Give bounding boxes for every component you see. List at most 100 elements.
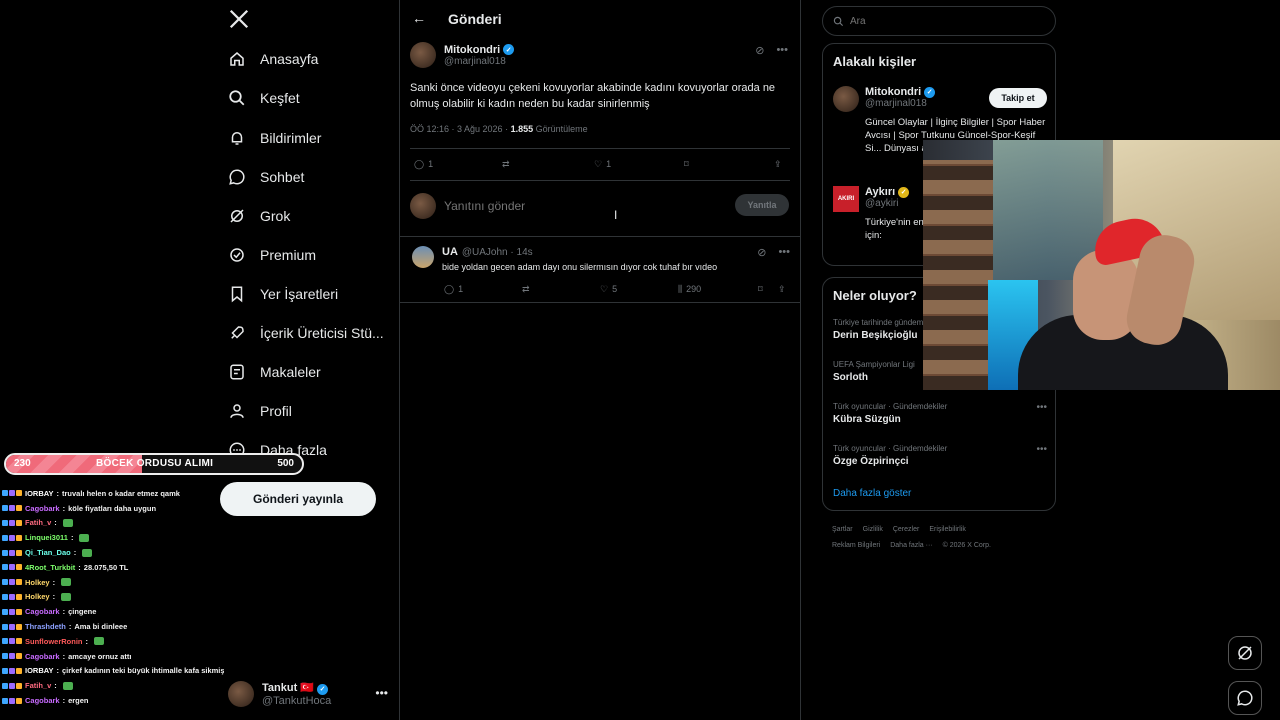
reply-icon: ◯ [414,158,425,169]
nav-item-premium[interactable]: Premium [228,241,316,269]
chat-message: SunflowerRonin: [2,634,224,649]
author-name[interactable]: Mitokondri [444,44,500,56]
nav-item-i̇çerik[interactable]: İçerik Üreticisi Stü... [228,319,384,347]
views-count: 290 [686,284,702,294]
nav-item-profil[interactable]: Profil [228,397,292,425]
more-icon[interactable]: ••• [778,246,790,259]
footer-link[interactable]: Daha fazla ··· [890,542,932,549]
avatar[interactable] [412,246,434,268]
main-column: ← Gönderi Mitokondri ✓ @marjinal018 ⊘ •••… [399,0,801,720]
footer-link[interactable]: Gizlilik [863,526,883,533]
badge-icon [16,579,22,586]
nav-item-anasayfa[interactable]: Anasayfa [228,45,318,73]
reply-input[interactable] [444,199,694,213]
like-button[interactable]: ♡ 5 [600,284,617,295]
badge-icon [9,519,15,526]
search-bar[interactable] [822,6,1056,36]
more-icon[interactable]: ••• [1036,444,1047,455]
chart-icon: ⫼ [678,283,683,294]
reply-author-handle[interactable]: @UAJohn · 14s [462,247,533,258]
tweet-views: 1.855 [510,124,534,134]
author-handle[interactable]: @marjinal018 [444,56,514,67]
more-icon[interactable]: ••• [375,686,388,700]
chat-message: Fatih_v: [2,678,224,693]
heart-icon: ♡ [600,283,609,294]
nav-item-label: Makaleler [260,364,321,380]
chat-badges [2,623,22,630]
tweet-time[interactable]: ÖÖ 12:16 · 3 Ağu 2026 · [410,124,511,134]
show-more-link[interactable]: Daha fazla göster [833,488,911,499]
footer-link[interactable]: Çerezler [893,526,919,533]
badge-icon [16,490,22,497]
share-button[interactable]: ⇪ [774,159,782,170]
badge-icon [16,608,22,615]
trend-context: Türk oyuncular · Gündemdekiler [833,402,948,411]
post-button[interactable]: Gönderi yayınla [220,482,376,516]
messages-fab-button[interactable] [1228,681,1262,715]
badge-icon [9,505,15,512]
bookmark-button[interactable]: ⌑ [758,284,763,295]
brand-logo[interactable]: AKIRI [833,186,859,212]
footer-link[interactable]: © 2026 X Corp. [943,542,991,549]
tweet-author[interactable]: Mitokondri ✓ @marjinal018 [410,42,515,68]
avatar[interactable] [833,86,859,112]
more-icon[interactable]: ••• [1036,402,1047,413]
trend-item[interactable]: Türk oyuncular · Gündemdekiler Kübra Süzg… [833,402,1047,425]
reply-button[interactable]: ◯ 1 [414,159,433,170]
reply-button[interactable]: ◯ 1 [444,284,463,295]
chat-badges [2,653,22,660]
follow-button[interactable]: Takip et [989,88,1047,108]
footer-link[interactable]: Erişilebilirlik [929,526,966,533]
views-button[interactable]: ⫼ 290 [678,284,701,295]
search-input[interactable] [850,15,982,27]
badge-icon [9,667,15,674]
badge-icon [9,534,15,541]
avatar [228,681,254,707]
chat-username: Linquei3011 [25,533,68,543]
grok-icon[interactable]: ⊘ [755,44,764,57]
goal-current: 230 [14,458,31,469]
grok-fab-button[interactable] [1228,636,1262,670]
bookmark-button[interactable]: ⌑ [684,159,689,170]
nav-item-sohbet[interactable]: Sohbet [228,163,304,191]
footer-link[interactable]: Şartlar [832,526,853,533]
chat-username: Thrashdeth [25,622,66,632]
share-icon: ⇪ [774,158,782,169]
badge-icon [9,593,15,600]
share-button[interactable]: ⇪ [778,284,786,295]
chat-username: Cagobark [25,696,60,706]
repost-button[interactable]: ⇄ [502,159,510,170]
reply-submit-button[interactable]: Yanıtla [735,194,789,216]
chat-badges [2,579,22,586]
tweet-actions: ◯ 1 ⇄ ♡ 1 ⌑ ⇪ [400,156,800,172]
account-switcher[interactable]: Tankut 🇹🇷 ✓ @TankutHoca ••• [228,678,388,710]
chat-message: Qi_Tian_Dao: [2,545,224,560]
more-icon[interactable]: ••• [776,44,788,57]
reply-author-name[interactable]: UA [442,246,458,258]
footer-link[interactable]: Reklam Bilgileri [832,542,880,549]
chat-message: Cagobark: amcaye ornuz attı [2,649,224,664]
badge-icon [2,653,8,660]
webcam-overlay [923,140,1280,390]
chat-badges [2,593,22,600]
nav-item-bildirimler[interactable]: Bildirimler [228,124,321,152]
person-name[interactable]: Mitokondri [865,86,921,98]
person-name[interactable]: Aykırı [865,186,895,198]
avatar[interactable] [410,42,436,68]
nav-item-makaleler[interactable]: Makaleler [228,358,321,386]
badge-icon [2,490,8,497]
home-icon [228,50,246,68]
chat-username: SunflowerRonin [25,636,83,646]
trend-item[interactable]: Türk oyuncular · Gündemdekiler Özge Özpir… [833,444,1047,467]
like-button[interactable]: ♡ 1 [594,159,611,170]
grok-icon[interactable]: ⊘ [757,246,766,259]
repost-button[interactable]: ⇄ [522,284,530,295]
nav-item-grok[interactable]: Grok [228,202,290,230]
nav-item-yer[interactable]: Yer İşaretleri [228,280,338,308]
like-count: 1 [606,159,612,169]
nav-item-keşfet[interactable]: Keşfet [228,84,300,112]
reply-count: 1 [428,159,434,169]
heart-icon: ♡ [594,158,603,169]
back-arrow-icon[interactable]: ← [412,10,426,26]
x-logo-icon[interactable] [228,8,250,30]
